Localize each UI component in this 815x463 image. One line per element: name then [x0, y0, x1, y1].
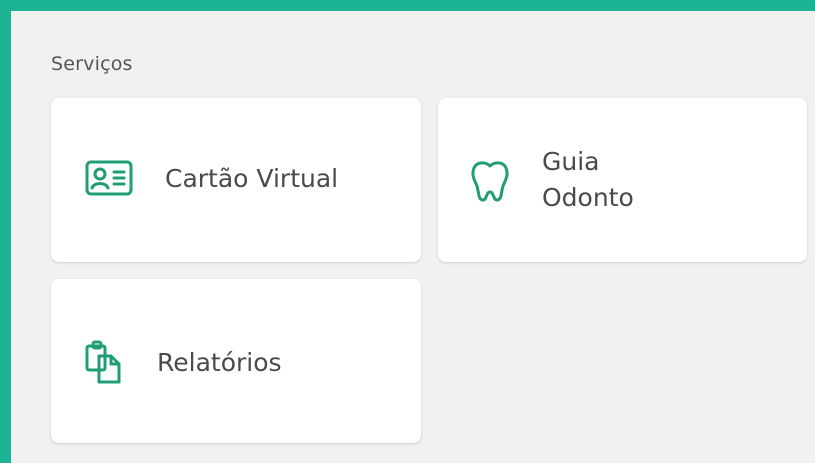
- card-relatorios[interactable]: Relatórios: [51, 279, 421, 443]
- card-guia-odonto[interactable]: Guia Odonto: [438, 98, 807, 262]
- section-title: Serviços: [51, 53, 133, 75]
- card-label: Relatórios: [157, 348, 282, 377]
- tooth-icon: [468, 156, 512, 208]
- card-label: Guia Odonto: [542, 147, 634, 212]
- card-label: Cartão Virtual: [165, 164, 339, 193]
- card-cartao-virtual[interactable]: Cartão Virtual: [51, 98, 421, 262]
- app-frame: Serviços Cartão Virtual Guia Odonto Rela…: [0, 0, 815, 463]
- id-card-icon: [84, 158, 134, 202]
- clipboard-copy-icon: [83, 338, 127, 390]
